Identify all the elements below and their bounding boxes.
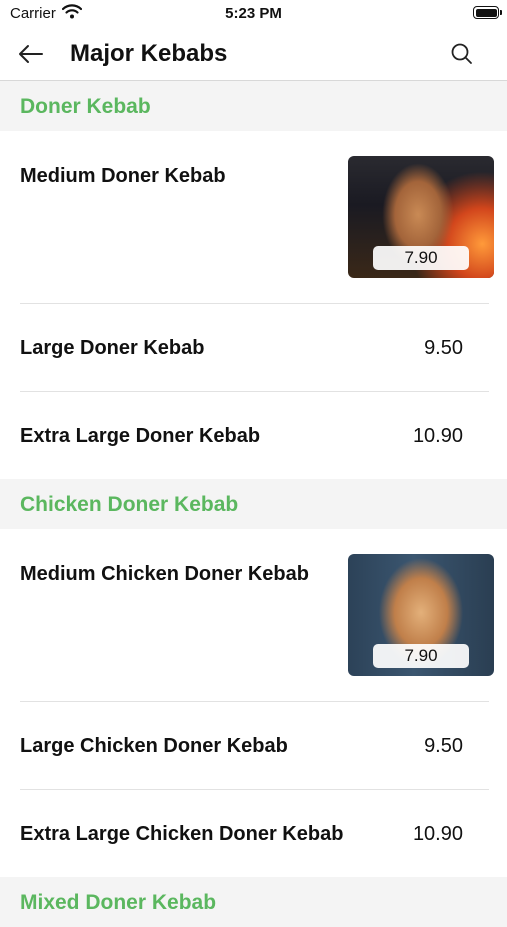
section-title: Mixed Doner Kebab (20, 891, 217, 914)
menu-item-price-tag: 7.90 (373, 644, 469, 668)
section-header-chicken-doner-kebab: Chicken Doner Kebab (0, 479, 507, 529)
menu-item-large-doner-kebab[interactable]: Large Doner Kebab 9.50 (0, 304, 507, 391)
menu-item-large-chicken-doner-kebab[interactable]: Large Chicken Doner Kebab 9.50 (0, 702, 507, 789)
menu-item-price: 9.50 (424, 337, 463, 359)
menu-item-price: 10.90 (412, 823, 463, 845)
page-title: Major Kebabs (70, 40, 228, 67)
menu-item-medium-chicken-doner-kebab[interactable]: Medium Chicken Doner Kebab 7.90 (0, 529, 507, 701)
section-title: Chicken Doner Kebab (20, 493, 239, 516)
status-time: 5:23 PM (225, 5, 282, 22)
arrow-left-icon (19, 45, 43, 63)
menu-item-price-tag: 7.90 (373, 246, 469, 270)
status-bar: Carrier 5:23 PM (0, 0, 507, 28)
menu-item-name: Extra Large Chicken Doner Kebab (20, 823, 344, 845)
menu-item-price: 10.90 (412, 425, 463, 447)
section-header-doner-kebab: Doner Kebab (0, 81, 507, 131)
menu-item-name: Extra Large Doner Kebab (20, 425, 261, 447)
section-header-mixed-doner-kebab: Mixed Doner Kebab (0, 877, 507, 927)
search-button[interactable] (447, 40, 477, 68)
search-icon (451, 43, 472, 64)
section-title: Doner Kebab (20, 95, 151, 118)
menu-item-medium-doner-kebab[interactable]: Medium Doner Kebab 7.90 (0, 131, 507, 303)
menu-item-extra-large-chicken-doner-kebab[interactable]: Extra Large Chicken Doner Kebab 10.90 (0, 790, 507, 877)
navigation-bar: Major Kebabs (0, 28, 507, 81)
menu-item-name: Large Doner Kebab (20, 337, 205, 359)
menu-item-name: Medium Doner Kebab (20, 165, 226, 187)
menu-item-name: Large Chicken Doner Kebab (20, 735, 288, 757)
chicken-doner-kebab-photo: 7.90 (348, 554, 494, 676)
menu-item-price: 9.50 (424, 735, 463, 757)
doner-kebab-photo: 7.90 (348, 156, 494, 278)
battery-icon (473, 6, 502, 19)
menu-item-extra-large-doner-kebab[interactable]: Extra Large Doner Kebab 10.90 (0, 392, 507, 479)
back-button[interactable] (16, 40, 48, 68)
menu-item-name: Medium Chicken Doner Kebab (20, 563, 309, 585)
